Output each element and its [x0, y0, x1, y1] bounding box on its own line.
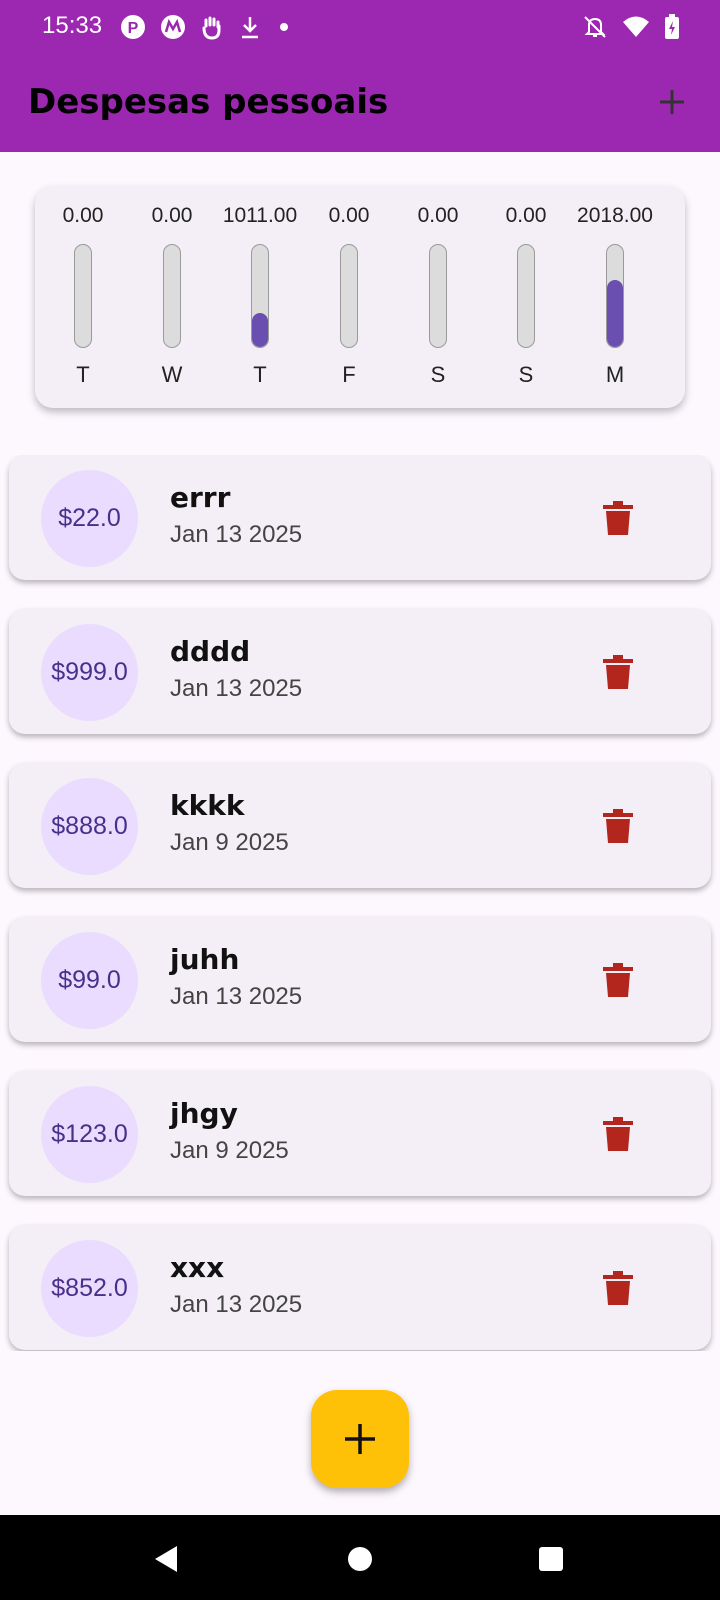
delete-icon[interactable]	[603, 963, 633, 997]
amount-avatar: $123.0	[41, 1086, 138, 1183]
back-icon	[155, 1546, 177, 1572]
delete-icon[interactable]	[603, 501, 633, 535]
bar-track	[517, 244, 535, 348]
bar-track	[163, 244, 181, 348]
chart-bar: 0.00 S	[394, 186, 482, 408]
motorola-icon	[161, 15, 185, 39]
amount-avatar: $99.0	[41, 932, 138, 1029]
bar-day: S	[518, 362, 534, 387]
expense-title: dddd	[170, 635, 251, 668]
chart-bar: 1011.00 T	[216, 186, 304, 408]
fab-add-button[interactable]	[311, 1390, 409, 1488]
bar-fill	[607, 279, 623, 347]
delete-icon[interactable]	[603, 1117, 633, 1151]
bar-day: T	[253, 362, 267, 387]
bar-day: W	[161, 362, 183, 387]
navigation-bar	[0, 1515, 720, 1600]
weekly-chart: 0.00 T 0.00 W 1011.00 T 0.00 F 0.00 S 0.…	[35, 186, 685, 408]
nav-back-button[interactable]	[146, 1539, 186, 1579]
list-item: $22.0 errr Jan 13 2025	[9, 455, 711, 580]
bar-day: S	[430, 362, 446, 387]
dot-icon	[280, 23, 288, 31]
chart-bar: 0.00 F	[305, 186, 393, 408]
chart-bar: 2018.00 M	[571, 186, 659, 408]
expense-date: Jan 13 2025	[170, 983, 303, 1010]
expense-date: Jan 9 2025	[170, 1137, 289, 1164]
pinterest-like-icon: P	[121, 15, 145, 39]
status-bar: 15:33 P	[0, 0, 720, 56]
recents-icon	[539, 1547, 563, 1571]
expense-list[interactable]: $22.0 errr Jan 13 2025 $999.0 dddd Jan 1…	[0, 455, 720, 1351]
status-right-icons	[582, 14, 680, 40]
download-icon	[242, 17, 258, 39]
plus-icon	[345, 1424, 375, 1454]
chart-bar: 0.00 W	[128, 186, 216, 408]
nav-recents-button[interactable]	[531, 1539, 571, 1579]
gesture-icon	[202, 16, 221, 40]
bar-value: 2018.00	[577, 204, 653, 227]
amount-avatar: $22.0	[41, 470, 138, 567]
delete-icon[interactable]	[603, 1271, 633, 1305]
expense-title: errr	[170, 481, 231, 514]
bar-track	[251, 244, 269, 348]
bell-off-icon	[584, 16, 606, 38]
chart-bar: 0.00 T	[39, 186, 127, 408]
amount-avatar: $999.0	[41, 624, 138, 721]
wifi-icon	[623, 16, 649, 37]
bar-day: T	[76, 362, 90, 387]
delete-icon[interactable]	[603, 655, 633, 689]
app-bar: Despesas pessoais	[0, 56, 720, 152]
chart-bar: 0.00 S	[482, 186, 570, 408]
list-item: $99.0 juhh Jan 13 2025	[9, 917, 711, 1042]
bar-track	[429, 244, 447, 348]
bar-day: F	[342, 362, 356, 387]
status-time: 15:33	[42, 12, 103, 39]
list-item: $852.0 xxx Jan 13 2025	[9, 1225, 711, 1350]
add-expense-button[interactable]	[652, 82, 692, 122]
nav-home-button[interactable]	[340, 1539, 380, 1579]
amount-avatar: $852.0	[41, 1240, 138, 1337]
page-title: Despesas pessoais	[28, 82, 389, 122]
expense-date: Jan 13 2025	[170, 675, 303, 702]
list-item: $888.0 kkkk Jan 9 2025	[9, 763, 711, 888]
plus-icon	[660, 90, 684, 114]
amount-avatar: $888.0	[41, 778, 138, 875]
expense-date: Jan 13 2025	[170, 521, 303, 548]
expense-date: Jan 13 2025	[170, 1291, 303, 1318]
svg-text:P: P	[128, 20, 139, 37]
list-item: $999.0 dddd Jan 13 2025	[9, 609, 711, 734]
list-item: $123.0 jhgy Jan 9 2025	[9, 1071, 711, 1196]
bar-track	[74, 244, 92, 348]
status-left-icons: P	[120, 14, 292, 40]
expense-title: kkkk	[170, 789, 245, 822]
battery-charging-icon	[665, 14, 679, 39]
expense-title: xxx	[170, 1251, 225, 1284]
bar-track	[340, 244, 358, 348]
delete-icon[interactable]	[603, 809, 633, 843]
bar-track	[606, 244, 624, 348]
expense-date: Jan 9 2025	[170, 829, 289, 856]
bar-day: M	[605, 362, 625, 387]
bar-fill	[252, 313, 268, 347]
expense-title: jhgy	[170, 1097, 238, 1130]
expense-title: juhh	[170, 943, 240, 976]
home-icon	[348, 1547, 372, 1571]
